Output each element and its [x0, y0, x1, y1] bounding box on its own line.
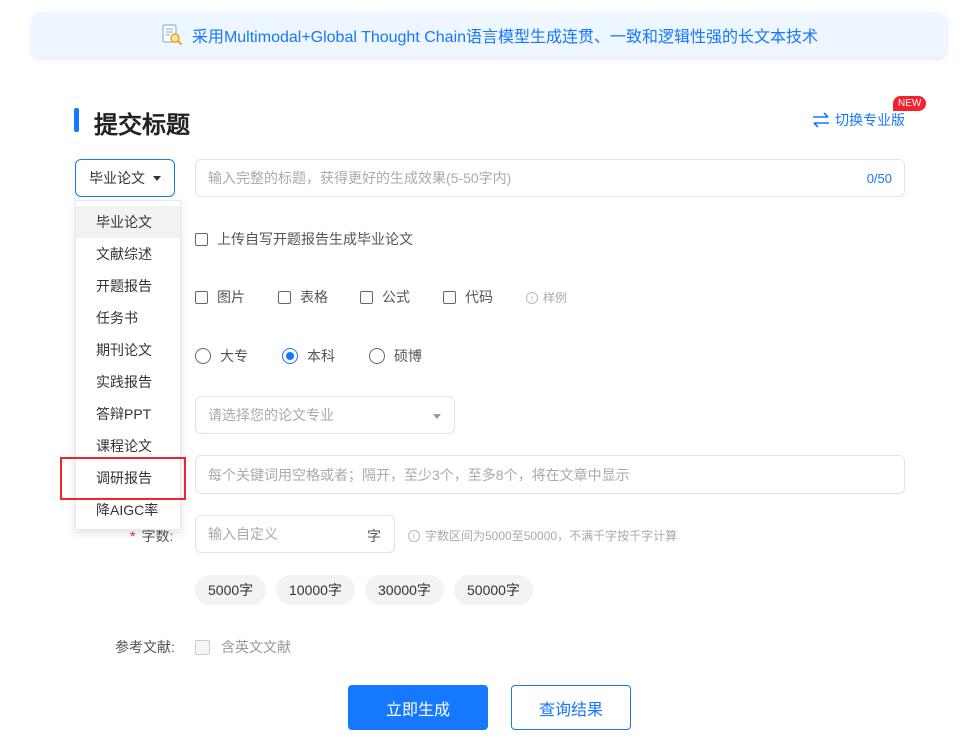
major-select[interactable]: 请选择您的论文专业 — [195, 396, 455, 434]
title-accent-bar — [74, 108, 79, 132]
english-refs-label: 含英文文献 — [221, 639, 291, 655]
dropdown-item-journal-paper[interactable]: 期刊论文 — [76, 334, 180, 366]
paper-type-select[interactable]: 毕业论文 — [75, 159, 175, 197]
upload-proposal-label: 上传自写开题报告生成毕业论文 — [217, 231, 413, 247]
degree-graduate-label: 硕博 — [394, 348, 422, 364]
degree-option-junior[interactable]: 大专 — [195, 346, 248, 366]
option-image[interactable]: 图片 — [195, 287, 245, 307]
image-checkbox[interactable] — [195, 290, 208, 304]
sample-label: 样例 — [543, 291, 568, 305]
info-icon: i — [526, 291, 538, 304]
dropdown-item-graduation-thesis[interactable]: 毕业论文 — [76, 206, 180, 238]
caret-down-icon — [433, 414, 441, 419]
word-count-hint: i 字数区间为5000至50000，不满千字按千字计算 — [408, 527, 677, 544]
option-table-label: 表格 — [300, 289, 328, 305]
option-table[interactable]: 表格 — [278, 287, 328, 307]
major-placeholder: 请选择您的论文专业 — [208, 407, 334, 423]
word-count-label-text: 字数: — [141, 528, 174, 544]
degree-option-bachelor[interactable]: 本科 — [282, 346, 335, 366]
degree-bachelor-label: 本科 — [307, 348, 335, 364]
word-count-input[interactable]: 输入自定义 字 — [195, 515, 395, 553]
option-formula-label: 公式 — [382, 289, 410, 305]
upload-proposal-option[interactable]: 上传自写开题报告生成毕业论文 — [195, 229, 413, 249]
preset-50000[interactable]: 50000字 — [454, 575, 533, 605]
switch-pro-link[interactable]: 切换专业版 — [811, 110, 905, 130]
preset-10000[interactable]: 10000字 — [276, 575, 355, 605]
word-count-hint-text: 字数区间为5000至50000，不满千字按千字计算 — [425, 529, 678, 543]
banner-text: 采用Multimodal+Global Thought Chain语言模型生成连… — [191, 29, 819, 46]
formula-checkbox[interactable] — [360, 290, 373, 304]
paper-type-dropdown: 毕业论文 文献综述 开题报告 任务书 期刊论文 实践报告 答辩PPT 课程论文 … — [75, 200, 181, 530]
english-refs-option[interactable]: 含英文文献 — [195, 637, 291, 657]
option-code-label: 代码 — [465, 289, 493, 305]
word-count-placeholder: 输入自定义 — [208, 526, 278, 542]
page-title: 提交标题 — [94, 112, 190, 139]
dropdown-item-literature-review[interactable]: 文献综述 — [76, 238, 180, 270]
dropdown-item-defense-ppt[interactable]: 答辩PPT — [76, 398, 180, 430]
degree-junior-label: 大专 — [220, 348, 248, 364]
document-magnifier-icon — [162, 24, 183, 46]
dropdown-item-proposal[interactable]: 开题报告 — [76, 270, 180, 302]
caret-down-icon — [153, 176, 161, 181]
radio-bachelor[interactable] — [282, 348, 298, 364]
option-image-label: 图片 — [217, 289, 245, 305]
option-formula[interactable]: 公式 — [360, 287, 410, 307]
generate-button[interactable]: 立即生成 — [348, 685, 488, 730]
radio-junior[interactable] — [195, 348, 211, 364]
dropdown-item-reduce-aigc[interactable]: 降AIGC率 — [76, 494, 180, 526]
required-mark: * — [130, 528, 136, 544]
new-badge: NEW — [893, 96, 927, 111]
table-checkbox[interactable] — [278, 290, 291, 304]
dropdown-item-practice-report[interactable]: 实践报告 — [76, 366, 180, 398]
code-checkbox[interactable] — [443, 290, 456, 304]
switch-pro-label: 切换专业版 — [835, 112, 905, 128]
word-count-unit: 字 — [367, 528, 381, 544]
paper-type-value: 毕业论文 — [89, 170, 145, 186]
info-banner: 采用Multimodal+Global Thought Chain语言模型生成连… — [32, 13, 946, 57]
references-label: 参考文献: — [115, 639, 175, 655]
title-char-counter: 0/50 — [866, 171, 892, 186]
english-refs-checkbox[interactable] — [195, 639, 210, 655]
upload-proposal-checkbox[interactable] — [195, 232, 208, 246]
dropdown-item-assignment[interactable]: 任务书 — [76, 302, 180, 334]
dropdown-item-research-report[interactable]: 调研报告 — [76, 462, 180, 494]
preset-30000[interactable]: 30000字 — [365, 575, 444, 605]
title-input-placeholder: 输入完整的标题，获得更好的生成效果(5-50字内) — [208, 170, 512, 186]
keywords-input[interactable]: 每个关键词用空格或者；隔开，至少3个，至多8个，将在文章中显示 — [195, 455, 905, 494]
swap-arrows-icon — [813, 112, 829, 128]
title-input[interactable]: 输入完整的标题，获得更好的生成效果(5-50字内) 0/50 — [195, 159, 905, 197]
option-code[interactable]: 代码 — [443, 287, 493, 307]
keywords-placeholder: 每个关键词用空格或者；隔开，至少3个，至多8个，将在文章中显示 — [208, 466, 630, 483]
preset-5000[interactable]: 5000字 — [195, 575, 267, 605]
dropdown-item-course-paper[interactable]: 课程论文 — [76, 430, 180, 462]
info-icon: i — [408, 529, 420, 542]
radio-graduate[interactable] — [369, 348, 385, 364]
query-results-button[interactable]: 查询结果 — [511, 685, 631, 730]
sample-link[interactable]: i 样例 — [526, 289, 567, 306]
degree-option-graduate[interactable]: 硕博 — [369, 346, 422, 366]
